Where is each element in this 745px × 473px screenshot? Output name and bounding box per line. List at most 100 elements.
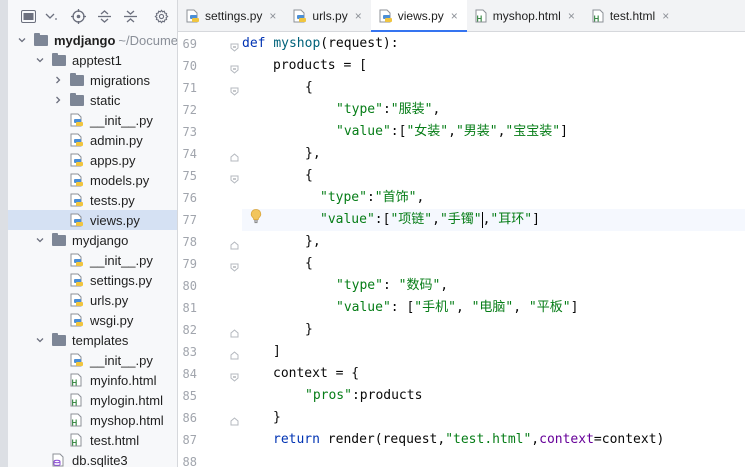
tree-file[interactable]: models.py: [8, 170, 177, 190]
code-token: "平板": [528, 300, 571, 315]
tree-item-label: mylogin.html: [90, 392, 163, 408]
tree-folder[interactable]: mydjango: [8, 230, 177, 250]
tree-item-label: static: [90, 92, 121, 108]
tree-file[interactable]: wsgi.py: [8, 310, 177, 330]
code-line: },: [305, 143, 321, 165]
fold-open-icon[interactable]: [230, 83, 239, 96]
code-token: "电脑": [471, 300, 514, 315]
fold-close-icon[interactable]: [230, 347, 239, 360]
tree-file[interactable]: apps.py: [8, 150, 177, 170]
python-file-icon: [70, 173, 86, 187]
locate-icon[interactable]: [68, 5, 89, 27]
code-token: {: [305, 256, 313, 271]
close-icon[interactable]: ×: [269, 9, 276, 23]
fold-open-icon[interactable]: [230, 369, 239, 382]
editor-tab[interactable]: Htest.html ×: [584, 0, 678, 31]
code-line: "value": ["手机", "电脑", "平板"]: [336, 297, 578, 319]
fold-open-icon[interactable]: [230, 39, 239, 52]
tree-file[interactable]: db.sqlite3: [8, 450, 177, 467]
project-view-icon[interactable]: [18, 5, 39, 27]
editor-tab[interactable]: urls.py ×: [285, 0, 370, 31]
tab-label: settings.py: [205, 8, 263, 23]
tree-file[interactable]: Hmyinfo.html: [8, 370, 177, 390]
fold-close-icon[interactable]: [230, 325, 239, 338]
tree-folder[interactable]: static: [8, 90, 177, 110]
fold-open-icon[interactable]: [230, 171, 239, 184]
code-token: },: [305, 234, 321, 249]
tree-item-label: mydjango: [72, 232, 129, 248]
code-token: ]: [570, 300, 579, 315]
code-token: ,: [416, 190, 425, 205]
editor-tab[interactable]: settings.py ×: [178, 0, 285, 31]
tree-file[interactable]: admin.py: [8, 130, 177, 150]
chevron-right-icon[interactable]: [52, 74, 64, 86]
code-token: "type": [336, 102, 383, 117]
tree-file[interactable]: tests.py: [8, 190, 177, 210]
line-number: 75: [182, 169, 197, 183]
chevron-down-icon[interactable]: [34, 234, 46, 246]
tree-item-label: tests.py: [90, 192, 135, 208]
editor-tabbar: settings.py × urls.py × views.py × Hmyshop.htm…: [178, 0, 745, 32]
line-number: 72: [182, 103, 197, 117]
code-token: "男装": [455, 124, 498, 139]
tree-file[interactable]: views.py: [8, 210, 177, 230]
code-token: "首饰": [374, 190, 417, 205]
tree-file[interactable]: __init__.py: [8, 350, 177, 370]
tree-folder[interactable]: templates: [8, 330, 177, 350]
svg-text:H: H: [72, 399, 78, 408]
editor-tab[interactable]: Hmyshop.html ×: [467, 0, 584, 31]
python-file-icon: [70, 293, 86, 307]
code-line: return render(request,"test.html",contex…: [273, 429, 664, 451]
chevron-down-icon[interactable]: [16, 34, 28, 46]
settings-icon[interactable]: [151, 5, 172, 27]
chevron-right-icon[interactable]: [52, 94, 64, 106]
expand-all-icon[interactable]: [94, 5, 115, 27]
project-toolbar: [8, 0, 177, 32]
code-token: "服装": [390, 102, 433, 117]
chevron-down-icon[interactable]: [34, 54, 46, 66]
tree-file[interactable]: Hmylogin.html: [8, 390, 177, 410]
tree-file[interactable]: __init__.py: [8, 110, 177, 130]
fold-close-icon[interactable]: [230, 237, 239, 250]
code-token: "type": [320, 190, 367, 205]
python-file-icon: [70, 133, 86, 147]
code-editor[interactable]: def myshop(request): products = [{"type":…: [242, 32, 745, 467]
close-icon[interactable]: ×: [568, 9, 575, 23]
code-token: context: [539, 432, 594, 447]
fold-close-icon[interactable]: [230, 413, 239, 426]
code-token: render(request,: [327, 432, 446, 447]
close-icon[interactable]: ×: [451, 9, 458, 23]
database-file-icon: [52, 453, 68, 467]
code-token: ]: [532, 212, 540, 227]
tree-file[interactable]: __init__.py: [8, 250, 177, 270]
tree-folder[interactable]: mydjango~/Documen: [8, 30, 177, 50]
fold-close-icon[interactable]: [230, 149, 239, 162]
code-line: "type":"服装",: [336, 99, 440, 121]
html-file-icon: H: [70, 433, 86, 448]
tab-label: urls.py: [312, 8, 348, 23]
tree-file[interactable]: Htest.html: [8, 430, 177, 450]
fold-open-icon[interactable]: [230, 61, 239, 74]
code-line: "type": "数码",: [336, 275, 448, 297]
tree-folder[interactable]: migrations: [8, 70, 177, 90]
intention-bulb-icon[interactable]: [248, 208, 264, 224]
tree-folder[interactable]: apptest1: [8, 50, 177, 70]
tree-file[interactable]: settings.py: [8, 270, 177, 290]
chevron-down-icon[interactable]: [34, 334, 46, 346]
dropdown-icon[interactable]: [44, 5, 57, 27]
tree-file[interactable]: Hmyshop.html: [8, 410, 177, 430]
close-icon[interactable]: ×: [355, 9, 362, 23]
svg-text:H: H: [72, 419, 78, 428]
fold-open-icon[interactable]: [230, 259, 239, 272]
collapse-all-icon[interactable]: [120, 5, 141, 27]
editor-tab[interactable]: views.py ×: [370, 0, 467, 32]
tree-file[interactable]: urls.py: [8, 290, 177, 310]
code-line: "value":["女装","男装","宝宝装"]: [336, 121, 568, 143]
close-icon[interactable]: ×: [662, 9, 669, 23]
